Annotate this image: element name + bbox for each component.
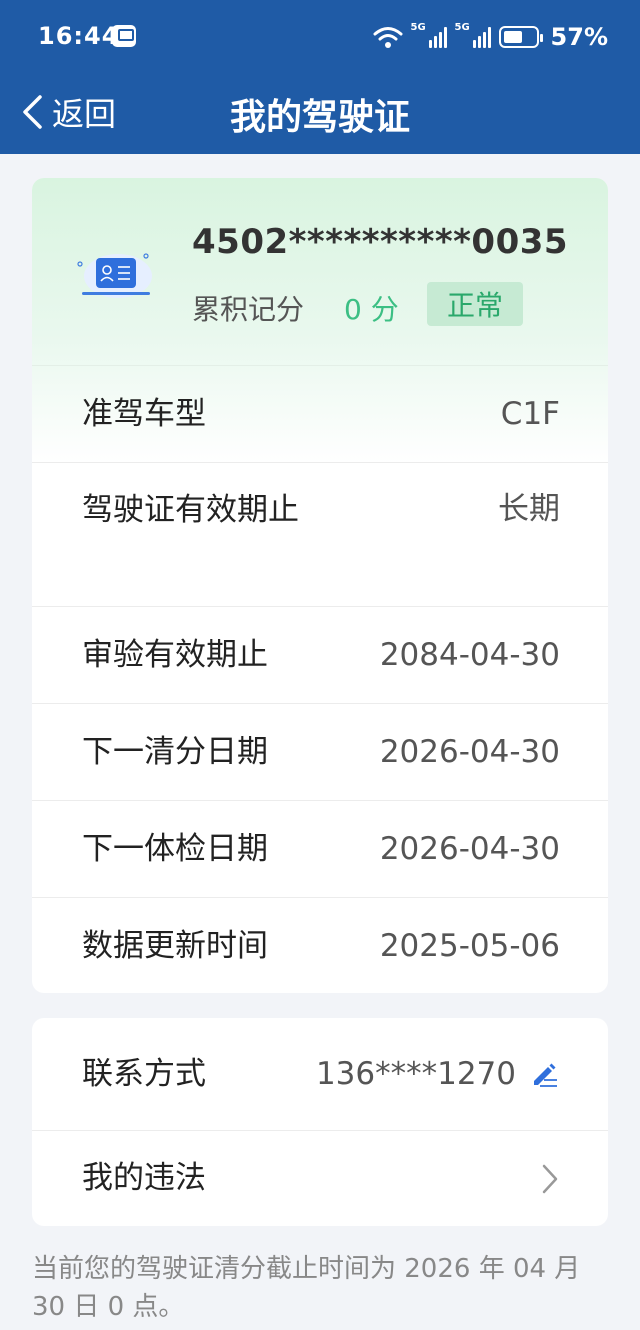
network-type-label: 5G [454, 22, 470, 33]
violations-label: 我的违法 [82, 1160, 206, 1196]
app-header: 16:44 5G 5G 57% 返回 我的驾驶证 [0, 0, 640, 154]
detail-value: 2084-04-30 [379, 637, 560, 673]
detail-label: 驾驶证有效期止 [82, 492, 299, 528]
points-label: 累积记分 [192, 293, 305, 326]
nav-bar: 返回 我的驾驶证 [0, 74, 640, 154]
edit-icon[interactable] [530, 1059, 560, 1089]
page-title: 我的驾驶证 [229, 97, 410, 138]
contact-label: 联系方式 [82, 1056, 206, 1092]
detail-value: 长期 [498, 491, 560, 527]
detail-label: 数据更新时间 [82, 928, 268, 964]
actions-card: 联系方式 136****1270 我的违法 [32, 1018, 608, 1226]
app-notification-icon [112, 25, 136, 47]
status-badge: 正常 [427, 282, 523, 326]
contact-row[interactable]: 联系方式 136****1270 [32, 1018, 608, 1130]
wifi-icon [373, 25, 403, 49]
network-type-label: 5G [410, 22, 426, 33]
status-time: 16:44 [38, 22, 120, 50]
detail-row-next-checkup-date: 下一体检日期 2026-04-30 [32, 801, 608, 898]
detail-label: 准驾车型 [82, 396, 206, 432]
battery-icon [498, 26, 543, 48]
detail-row-license-expiry: 驾驶证有效期止 长期 [32, 463, 608, 607]
detail-value: 2025-05-06 [379, 928, 560, 964]
detail-label: 下一清分日期 [82, 734, 268, 770]
id-card-icon [77, 253, 152, 298]
detail-row-next-clear-date: 下一清分日期 2026-04-30 [32, 704, 608, 801]
detail-row-review-expiry: 审验有效期止 2084-04-30 [32, 607, 608, 704]
license-card: 4502**********0035 累积记分 0 分 正常 准驾车型 C1F … [32, 178, 608, 993]
detail-label: 下一体检日期 [82, 831, 268, 867]
points-value: 0 分 [344, 293, 399, 326]
signal-icon: 5G [411, 22, 447, 48]
notice-text: 当前您的驾驶证清分截止时间为 2026 年 04 月 30 日 0 点。 [32, 1254, 581, 1322]
status-indicators: 5G 5G 57% [373, 22, 608, 52]
detail-label: 审验有效期止 [82, 637, 268, 673]
battery-percent: 57% [550, 23, 608, 51]
status-bar: 16:44 5G 5G 57% [0, 0, 640, 74]
contact-value: 136****1270 [315, 1056, 516, 1092]
violations-row[interactable]: 我的违法 [32, 1130, 608, 1226]
chevron-right-icon [542, 1164, 558, 1194]
signal-icon: 5G [455, 22, 491, 48]
detail-value: 2026-04-30 [379, 831, 560, 867]
detail-row-data-updated: 数据更新时间 2025-05-06 [32, 898, 608, 993]
detail-value: 2026-04-30 [379, 734, 560, 770]
detail-value: C1F [500, 396, 560, 432]
detail-row-vehicle-class: 准驾车型 C1F [32, 366, 608, 463]
license-number: 4502**********0035 [192, 222, 569, 262]
